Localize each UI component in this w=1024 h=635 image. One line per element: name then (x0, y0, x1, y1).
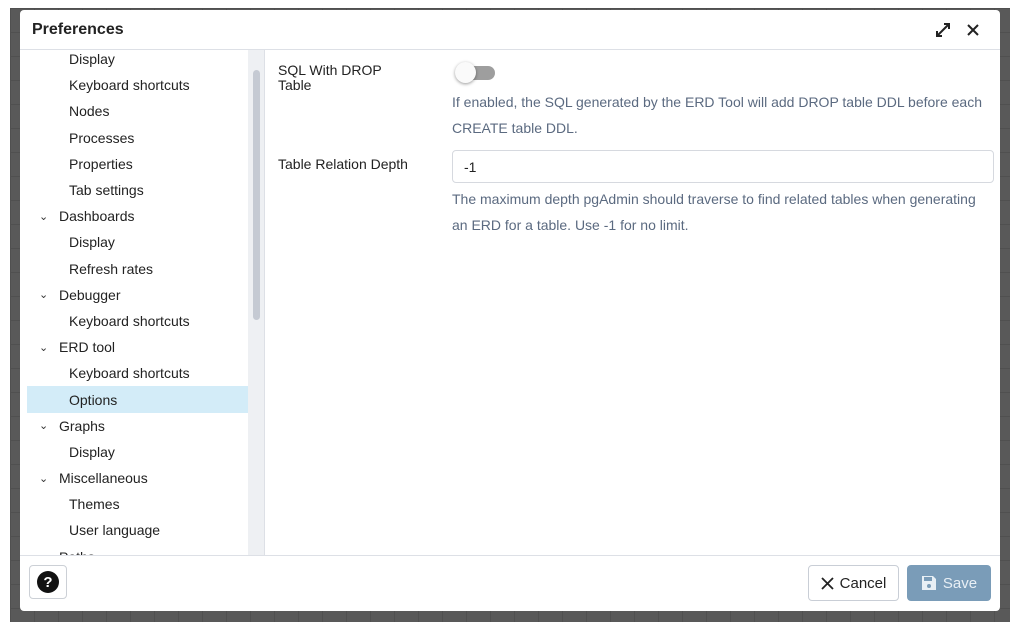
preferences-tree: Display Keyboard shortcuts Nodes Processes P… (20, 50, 265, 555)
expand-icon (936, 22, 950, 37)
tree-item-label: Options (69, 391, 118, 408)
tree-item[interactable]: Properties (27, 151, 248, 177)
tree-item[interactable]: ⌄ Graphs (27, 413, 248, 439)
tree-item[interactable]: Paths (27, 544, 248, 555)
save-label: Save (942, 574, 978, 592)
tree-item[interactable]: Refresh rates (27, 256, 248, 282)
dialog-title: Preferences (32, 20, 124, 38)
chevron-down-icon[interactable]: ⌄ (39, 288, 59, 301)
dialog-footer: ? Cancel Save (20, 555, 1000, 611)
tree-item[interactable]: Display (27, 229, 248, 255)
tree-item-label: Debugger (59, 286, 121, 303)
close-button[interactable] (958, 15, 988, 45)
tree-item-label: Keyboard shortcuts (69, 365, 190, 382)
title-bar: Preferences (20, 10, 1000, 50)
tree-item[interactable]: Keyboard shortcuts (27, 360, 248, 386)
save-button[interactable]: Save (907, 565, 991, 601)
depth-input[interactable] (452, 150, 994, 183)
tree-item-label: Dashboards (59, 208, 135, 225)
tree-item-label: Nodes (69, 103, 110, 120)
tree-item-label: Keyboard shortcuts (69, 312, 190, 329)
chevron-down-icon[interactable]: ⌄ (39, 472, 59, 485)
help-button[interactable]: ? (29, 565, 67, 599)
tree-item[interactable]: Nodes (27, 98, 248, 124)
close-icon (967, 23, 979, 36)
cancel-button[interactable]: Cancel (808, 565, 899, 601)
tree-item-label: Display (69, 51, 115, 68)
chevron-down-icon[interactable]: ⌄ (39, 210, 59, 223)
sql-drop-label: SQL With DROP Table (278, 62, 382, 93)
tree-item-label: Refresh rates (69, 260, 154, 277)
tree-item-label: Miscellaneous (59, 470, 148, 487)
question-icon: ? (37, 571, 59, 593)
tree-item-label: Tab settings (69, 182, 144, 199)
tree-item-label: Graphs (59, 417, 105, 434)
tree-item-label: Keyboard shortcuts (69, 77, 190, 94)
close-icon (821, 576, 834, 590)
tree-item[interactable]: ⌄ Debugger (27, 282, 248, 308)
depth-label: Table Relation Depth (278, 156, 408, 172)
tree-item-label: Themes (69, 496, 120, 513)
tree-scrollbar[interactable] (248, 50, 264, 555)
tree-item[interactable]: Tab settings (27, 177, 248, 203)
preferences-dialog: Preferences Display Keyboard shortcuts Nod… (20, 10, 1000, 611)
tree-item-label: Display (69, 443, 115, 460)
depth-help: The maximum depth pgAdmin should travers… (452, 191, 976, 233)
tree-item[interactable]: ⌄ ERD tool (27, 334, 248, 360)
tree-item[interactable]: Display (27, 439, 248, 465)
tree-item-label: Display (69, 234, 115, 251)
tree-item[interactable]: ⌄ Dashboards (27, 203, 248, 229)
tree-item-label: Processes (69, 129, 135, 146)
tree-item[interactable]: ⌄ Miscellaneous (27, 465, 248, 491)
tree-item[interactable]: Keyboard shortcuts (27, 72, 248, 98)
chevron-down-icon[interactable]: ⌄ (39, 419, 59, 432)
tree-item-label: User language (69, 522, 161, 539)
settings-panel: SQL With DROP Table If enabled, the SQL … (265, 50, 1000, 555)
tree-item[interactable]: Display (27, 50, 248, 72)
tree-item-label: ERD tool (59, 339, 116, 356)
tree-item[interactable]: Themes (27, 491, 248, 517)
tree-item[interactable]: User language (27, 517, 248, 543)
cancel-label: Cancel (839, 574, 887, 592)
tree-item[interactable]: Keyboard shortcuts (27, 308, 248, 334)
floppy-disk-icon (921, 576, 936, 590)
scrollbar-thumb[interactable] (253, 70, 260, 320)
tree-item[interactable]: Processes (27, 125, 248, 151)
maximize-button[interactable] (928, 15, 958, 45)
tree-item-label: Properties (69, 155, 133, 172)
tree-item[interactable]: Options (27, 386, 262, 413)
sql-drop-help: If enabled, the SQL generated by the ERD… (452, 94, 982, 136)
chevron-down-icon[interactable]: ⌄ (39, 341, 59, 354)
sql-drop-toggle[interactable] (455, 62, 499, 83)
